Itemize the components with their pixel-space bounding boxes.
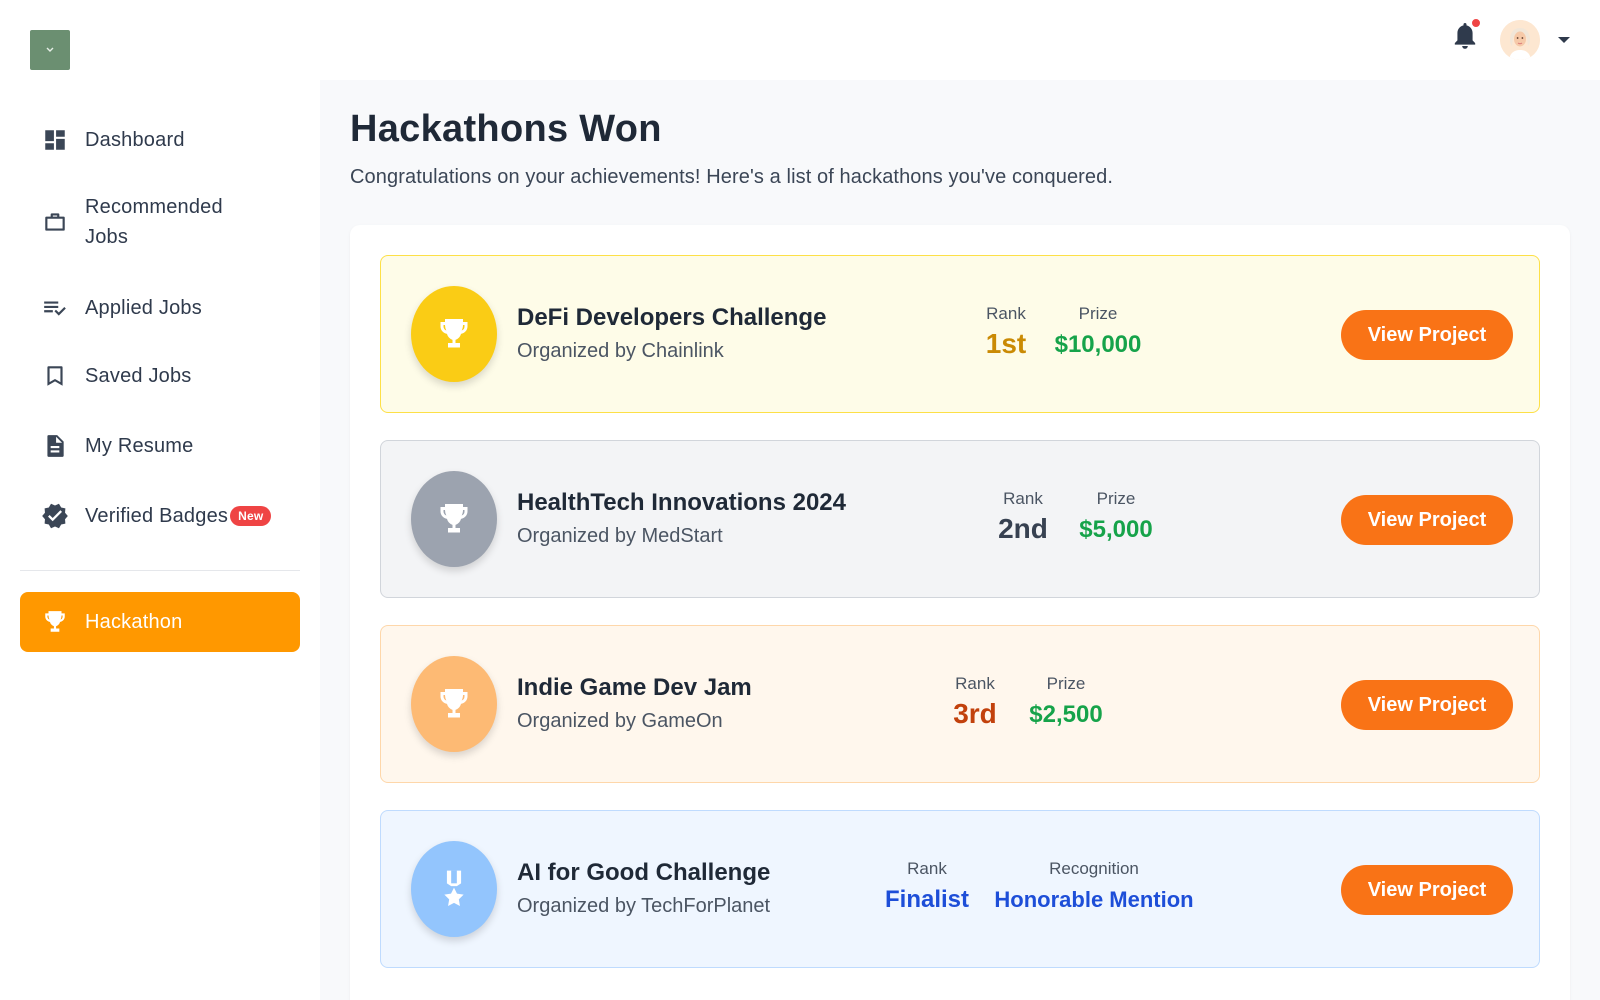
hackathon-name: HealthTech Innovations 2024: [517, 489, 846, 516]
user-avatar[interactable]: [1500, 20, 1540, 60]
verified-badges-text: Verified Badges: [85, 505, 229, 527]
hackathon-card: Indie Game Dev Jam Organized by GameOn R…: [380, 625, 1540, 783]
new-badge: New: [230, 505, 272, 526]
sidebar-item-label: My Resume: [85, 435, 194, 457]
prize-value: $2,500: [1029, 701, 1103, 728]
trophy-icon: [411, 286, 497, 382]
prize-label: Prize: [1096, 489, 1136, 508]
recognition-stat: Recognition Honorable Mention: [991, 859, 1197, 915]
sidebar-divider: [20, 570, 300, 571]
medal-icon: [411, 841, 497, 937]
rank-value: 1st: [985, 328, 1027, 359]
trophy-icon: [411, 471, 497, 567]
bookmark-icon: [40, 361, 70, 391]
logo[interactable]: [30, 30, 70, 70]
prize-stat: Prize $10,000: [1045, 304, 1151, 360]
trophy-icon: [40, 607, 70, 637]
hackathon-list: DeFi Developers Challenge Organized by C…: [350, 225, 1570, 1000]
trophy-icon: [411, 656, 497, 752]
sidebar-item-hackathon[interactable]: Hackathon: [20, 592, 300, 652]
sidebar-item-dashboard[interactable]: Dashboard: [20, 120, 300, 160]
rank-value: 3rd: [953, 698, 997, 729]
checklist-icon: [40, 293, 70, 323]
rank-stat: Rank Finalist: [881, 859, 973, 915]
prize-value: $10,000: [1054, 331, 1142, 358]
hackathon-name: DeFi Developers Challenge: [517, 304, 827, 331]
chevron-down-icon: [46, 47, 54, 52]
hackathon-name: Indie Game Dev Jam: [517, 674, 752, 701]
sidebar-item-label: Applied Jobs: [85, 297, 202, 319]
sidebar-item-verified-badges[interactable]: Verified Badges New: [20, 496, 300, 536]
rank-label: Rank: [1003, 489, 1043, 508]
rank-value: 2nd: [998, 513, 1048, 544]
rank-stat: Rank 2nd: [995, 489, 1051, 547]
hackathon-organizer: Organized by Chainlink: [517, 340, 724, 362]
rank-label: Rank: [955, 674, 995, 693]
rank-stat: Rank 1st: [981, 304, 1031, 362]
hackathon-organizer: Organized by MedStart: [517, 525, 723, 547]
verified-badge-icon: [40, 501, 70, 531]
document-icon: [40, 431, 70, 461]
top-bar: [0, 0, 1600, 80]
sidebar: Dashboard Recommended Jobs Applied Jobs …: [0, 80, 320, 1000]
rank-stat: Rank 3rd: [949, 674, 1001, 732]
sidebar-item-label: Verified Badges New: [85, 501, 272, 531]
rank-label: Rank: [907, 859, 947, 878]
hackathon-organizer: Organized by TechForPlanet: [517, 895, 771, 917]
sidebar-item-applied-jobs[interactable]: Applied Jobs: [20, 288, 300, 328]
caret-down-icon[interactable]: [1556, 33, 1572, 47]
rank-value: Finalist: [884, 886, 969, 913]
notification-dot: [1471, 18, 1481, 28]
sidebar-item-label: Recommended Jobs: [85, 196, 223, 248]
view-project-button[interactable]: View Project: [1341, 865, 1513, 915]
view-project-button[interactable]: View Project: [1341, 310, 1513, 360]
prize-stat: Prize $2,500: [1021, 674, 1111, 730]
view-project-button[interactable]: View Project: [1341, 495, 1513, 545]
sidebar-item-my-resume[interactable]: My Resume: [20, 426, 300, 466]
dashboard-icon: [40, 125, 70, 155]
recognition-value: Honorable Mention: [994, 887, 1194, 912]
hackathon-card: DeFi Developers Challenge Organized by C…: [380, 255, 1540, 413]
hackathon-name: AI for Good Challenge: [517, 859, 771, 886]
prize-label: Prize: [1046, 674, 1086, 693]
sidebar-item-label: Saved Jobs: [85, 365, 192, 387]
main-content: Hackathons Won Congratulations on your a…: [320, 80, 1600, 1000]
sidebar-item-label: Dashboard: [85, 129, 185, 151]
rank-label: Rank: [986, 304, 1026, 323]
recognition-label: Recognition: [1049, 859, 1139, 878]
sidebar-item-saved-jobs[interactable]: Saved Jobs: [20, 356, 300, 396]
sidebar-item-recommended-jobs[interactable]: Recommended Jobs: [20, 190, 300, 254]
sidebar-item-label: Hackathon: [85, 611, 183, 633]
prize-label: Prize: [1078, 304, 1118, 323]
briefcase-icon: [40, 207, 70, 237]
page-title: Hackathons Won: [350, 108, 662, 150]
prize-stat: Prize $5,000: [1071, 489, 1161, 545]
hackathon-organizer: Organized by GameOn: [517, 710, 723, 732]
avatar-image: [1500, 20, 1540, 60]
page-subtitle: Congratulations on your achievements! He…: [350, 166, 1114, 188]
hackathon-card: HealthTech Innovations 2024 Organized by…: [380, 440, 1540, 598]
prize-value: $5,000: [1079, 516, 1153, 543]
view-project-button[interactable]: View Project: [1341, 680, 1513, 730]
hackathon-card: AI for Good Challenge Organized by TechF…: [380, 810, 1540, 968]
